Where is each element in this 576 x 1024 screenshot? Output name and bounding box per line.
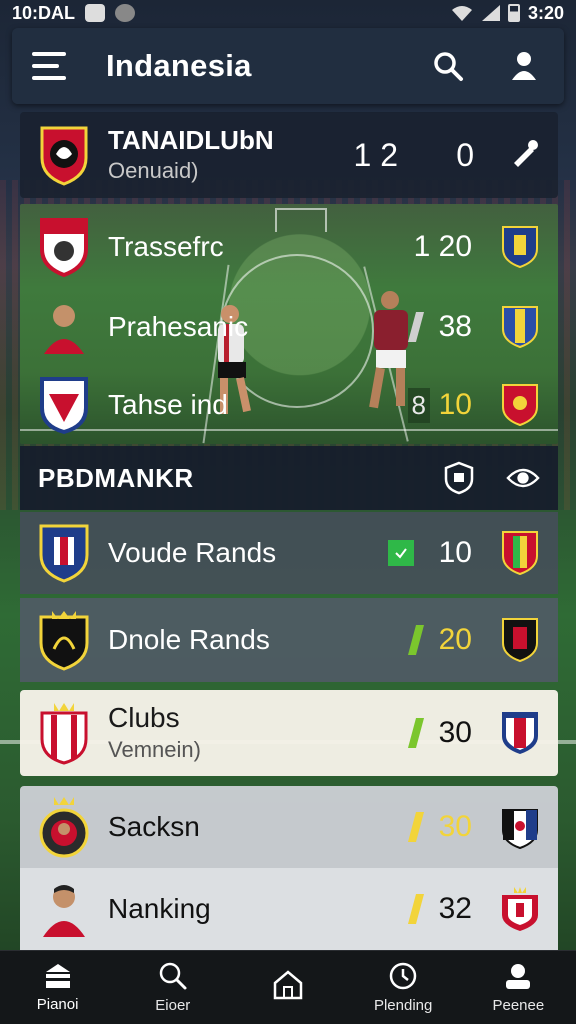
opponent-crest-icon xyxy=(500,887,540,931)
club-subtitle: Oenuaid) xyxy=(108,158,199,184)
player-avatar-icon xyxy=(38,298,90,356)
house-icon xyxy=(273,969,303,999)
nav-item-profile[interactable]: Peenee xyxy=(468,961,568,1014)
club-crest-icon xyxy=(38,218,90,277)
club-score: 30 xyxy=(438,716,472,749)
opponent-crest-icon xyxy=(500,618,540,663)
club-name: Sacksn xyxy=(108,810,200,842)
user-icon xyxy=(512,52,536,80)
section-title: PBDMANKR xyxy=(38,462,194,493)
status-time: 10:DAL xyxy=(12,2,76,23)
nav-label: Peenee xyxy=(492,997,545,1014)
club-name: Clubs xyxy=(108,701,180,733)
bottom-nav: Pianoi Eioer Plending Peenee xyxy=(0,950,576,1024)
club-name: Prahesanic xyxy=(108,310,249,342)
club-score: 38 xyxy=(438,310,472,343)
page-title: Indanesia xyxy=(106,48,252,83)
nav-label: Eioer xyxy=(155,997,191,1014)
opponent-crest-icon xyxy=(500,383,540,427)
club-score: 1 20 xyxy=(413,230,472,263)
profile-button[interactable] xyxy=(504,46,544,86)
search-icon xyxy=(434,52,463,81)
nav-label: Pianoi xyxy=(36,996,79,1013)
list-item[interactable]: Trassefrc 1 20 xyxy=(20,212,558,282)
eye-icon xyxy=(506,468,540,488)
club-score-alt: 0 xyxy=(456,136,474,173)
home-icon xyxy=(45,964,70,988)
club-score: 10 xyxy=(438,536,472,569)
profile-icon xyxy=(506,964,531,989)
shield-button[interactable] xyxy=(442,461,476,495)
wifi-icon xyxy=(451,6,472,21)
score-badge: 8 xyxy=(407,387,430,423)
club-crest-icon xyxy=(38,703,90,765)
club-score: 20 xyxy=(438,623,472,656)
app-icon xyxy=(115,4,136,22)
nav-item-house[interactable] xyxy=(238,969,338,1007)
club-name: Dnole Rands xyxy=(108,623,270,655)
club-name: Nanking xyxy=(108,892,211,924)
nav-item-search[interactable]: Eioer xyxy=(123,961,223,1014)
top-club-card[interactable]: TANAIDLUbN Oenuaid) 1 2 0 xyxy=(20,112,558,198)
nav-label: Plending xyxy=(373,997,433,1014)
status-right-text: 3:20 xyxy=(527,2,564,23)
status-badge xyxy=(388,540,414,566)
notification-icon xyxy=(85,4,106,22)
app-header: Indanesia xyxy=(12,28,564,104)
club-crest-icon xyxy=(38,797,90,858)
opponent-crest-icon xyxy=(500,225,540,269)
list-item[interactable]: Sacksn 30 xyxy=(20,786,558,868)
opponent-crest-icon xyxy=(500,711,540,755)
club-name: TANAIDLUbN xyxy=(108,124,274,155)
player-avatar-icon xyxy=(38,880,90,938)
signal-icon xyxy=(481,5,500,21)
search-button[interactable] xyxy=(428,46,468,86)
battery-icon xyxy=(507,4,520,22)
club-crest-icon xyxy=(38,126,90,186)
club-score: 32 xyxy=(438,892,472,925)
nav-item-pending[interactable]: Plending xyxy=(353,961,453,1014)
club-crest-icon xyxy=(38,524,90,583)
club-crest-icon xyxy=(38,611,90,671)
opponent-crest-icon xyxy=(500,305,540,349)
section-header: PBDMANKR xyxy=(20,446,558,510)
menu-icon[interactable] xyxy=(32,52,66,80)
club-name: Tahse ind xyxy=(108,388,228,420)
nav-item-home[interactable]: Pianoi xyxy=(8,962,108,1013)
club-subtitle: Vemnein) xyxy=(108,737,201,763)
edit-icon[interactable] xyxy=(508,137,540,174)
club-score: 1 2 xyxy=(353,136,398,173)
club-score: 30 xyxy=(438,810,472,843)
club-score: 10 xyxy=(438,388,472,421)
club-name: Voude Rands xyxy=(108,536,277,568)
list-item[interactable]: Voude Rands 10 xyxy=(20,512,558,594)
clock-icon xyxy=(389,962,417,990)
opponent-crest-icon xyxy=(500,531,540,576)
list-item[interactable]: Prahesanic 38 xyxy=(20,292,558,362)
search-icon xyxy=(159,962,187,990)
list-item[interactable]: Tahse ind 8 10 xyxy=(20,370,558,440)
list-item[interactable]: Dnole Rands 20 xyxy=(20,598,558,682)
view-button[interactable] xyxy=(506,461,540,495)
opponent-crest-icon xyxy=(500,805,540,850)
club-name: Trassefrc xyxy=(108,230,224,262)
list-item[interactable]: Nanking 32 xyxy=(20,868,558,950)
club-crest-icon xyxy=(38,376,90,434)
list-item[interactable]: Clubs Vemnein) 30 xyxy=(20,690,558,776)
status-bar: 10:DAL 3:20 xyxy=(0,0,576,26)
score-prefix: 8 xyxy=(411,389,426,420)
shield-icon xyxy=(444,461,474,495)
